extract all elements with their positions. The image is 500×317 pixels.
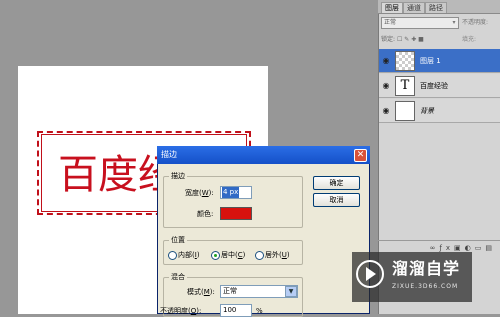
blend-mode-select[interactable]: 正常 bbox=[381, 17, 459, 29]
visibility-eye-icon[interactable]: ◉ bbox=[381, 56, 391, 66]
layer-thumbnail bbox=[395, 101, 415, 121]
color-label: 颜色: bbox=[197, 210, 214, 218]
lock-row: 锁定: ☐ ✎ ✚ ■ bbox=[381, 34, 497, 46]
chevron-down-icon[interactable]: ▼ bbox=[285, 286, 297, 297]
lock-paint-icon[interactable]: ✎ bbox=[404, 36, 409, 43]
position-inside-radio[interactable] bbox=[168, 251, 177, 260]
close-icon[interactable]: ✕ bbox=[354, 149, 367, 162]
mode-label: 模式(M): bbox=[187, 288, 215, 296]
layer-name[interactable]: 图层 1 bbox=[420, 56, 441, 66]
text-layer-thumbnail: T bbox=[395, 76, 415, 96]
opacity-unit: % bbox=[256, 307, 263, 315]
cancel-button[interactable]: 取消 bbox=[313, 193, 360, 207]
visibility-eye-icon[interactable]: ◉ bbox=[381, 106, 391, 116]
blend-group-title: 混合 bbox=[169, 272, 187, 282]
lock-label: 锁定: bbox=[381, 36, 396, 43]
lock-move-icon[interactable]: ✚ bbox=[411, 36, 416, 43]
lock-transparency-icon[interactable]: ☐ bbox=[397, 36, 402, 43]
opacity-label: 不透明度: bbox=[462, 19, 489, 26]
tab-channels[interactable]: 通道 bbox=[403, 2, 425, 13]
tab-paths[interactable]: 路径 bbox=[425, 2, 447, 13]
dialog-titlebar[interactable] bbox=[157, 146, 370, 164]
lock-all-icon[interactable]: ■ bbox=[418, 36, 424, 43]
layer-name[interactable]: 背景 bbox=[420, 106, 434, 116]
watermark-url: ZIXUE.3D66.COM bbox=[392, 283, 459, 290]
color-swatch[interactable] bbox=[220, 207, 252, 220]
stroke-group-title: 描边 bbox=[169, 171, 187, 181]
fill-label: 填充: bbox=[462, 36, 477, 43]
width-value: 4 px bbox=[222, 187, 240, 198]
ok-button[interactable]: 确定 bbox=[313, 176, 360, 190]
position-inside-label[interactable]: 内部(I) bbox=[178, 249, 200, 261]
width-label: 宽度(W): bbox=[185, 189, 214, 197]
width-input[interactable]: 4 px bbox=[220, 186, 252, 199]
layer-name[interactable]: 百度经验 bbox=[420, 81, 448, 91]
position-center-label[interactable]: 居中(C) bbox=[221, 249, 245, 261]
opacity-input[interactable]: 100 bbox=[220, 304, 252, 317]
position-outside-radio[interactable] bbox=[255, 251, 264, 260]
layer-thumbnail bbox=[395, 51, 415, 71]
tab-layers[interactable]: 图层 bbox=[381, 2, 403, 13]
stroke-group bbox=[163, 176, 303, 228]
play-icon bbox=[366, 267, 376, 281]
dialog-title: 描边 bbox=[161, 150, 177, 159]
position-outside-label[interactable]: 居外(U) bbox=[265, 249, 290, 261]
opacity-label: 不透明度(O): bbox=[160, 307, 202, 315]
watermark-title: 溜溜自学 bbox=[392, 259, 461, 278]
position-center-radio[interactable] bbox=[211, 251, 220, 260]
position-group-title: 位置 bbox=[169, 235, 187, 245]
visibility-eye-icon[interactable]: ◉ bbox=[381, 81, 391, 91]
chevron-down-icon[interactable]: ▾ bbox=[450, 18, 458, 28]
